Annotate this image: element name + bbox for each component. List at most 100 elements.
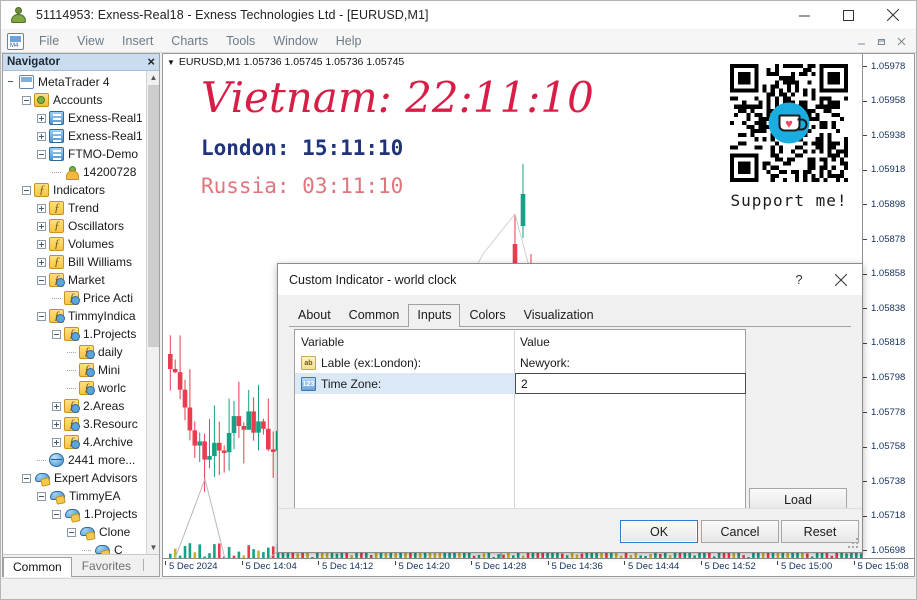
- tree-item[interactable]: Expert Advisors: [3, 469, 146, 487]
- tree-item-label: Oscillators: [68, 219, 125, 233]
- collapse-icon[interactable]: [52, 329, 61, 339]
- tree-item[interactable]: worlc: [3, 379, 146, 397]
- tree-item[interactable]: 1.Projects: [3, 505, 146, 523]
- collapse-icon[interactable]: [37, 491, 46, 501]
- ea-icon: [79, 525, 95, 539]
- expand-icon[interactable]: [37, 239, 46, 249]
- tree-item[interactable]: Indicators: [3, 181, 146, 199]
- tree-item[interactable]: TimmyIndica: [3, 307, 146, 325]
- tree-item[interactable]: Bill Williams: [3, 253, 146, 271]
- tree-item[interactable]: FTMO-Demo: [3, 145, 146, 163]
- menu-tools[interactable]: Tools: [217, 32, 264, 50]
- chart-dropdown-icon[interactable]: ▼: [167, 58, 175, 67]
- table-row[interactable]: ab Lable (ex:London): Newyork:: [295, 352, 745, 373]
- collapse-icon[interactable]: [37, 275, 46, 285]
- collapse-icon[interactable]: [22, 185, 31, 195]
- tree-item[interactable]: 14200728: [3, 163, 146, 181]
- collapse-icon[interactable]: [67, 527, 76, 537]
- fx-icon: [34, 182, 49, 197]
- menu-insert[interactable]: Insert: [113, 32, 162, 50]
- expand-icon[interactable]: [52, 401, 61, 411]
- tree-item[interactable]: Exness-Real1: [3, 109, 146, 127]
- menu-charts[interactable]: Charts: [162, 32, 217, 50]
- expand-icon[interactable]: [37, 203, 46, 213]
- tab-about[interactable]: About: [289, 304, 340, 326]
- tree-item[interactable]: MetaTrader 4: [3, 73, 146, 91]
- navigator-tab-common[interactable]: Common: [3, 557, 72, 577]
- expand-icon[interactable]: [52, 437, 61, 447]
- tree-item[interactable]: 3.Resourc: [3, 415, 146, 433]
- navigator-scrollbar[interactable]: ▲ ▼: [146, 71, 159, 554]
- mdi-restore-icon[interactable]: [872, 33, 890, 50]
- dialog-title: Custom Indicator - world clock: [289, 272, 457, 287]
- collapse-icon[interactable]: [37, 311, 46, 321]
- expand-icon[interactable]: [37, 131, 46, 141]
- maximize-icon[interactable]: [826, 1, 870, 30]
- mdi-minimize-icon[interactable]: [852, 33, 870, 50]
- tree-item-label: Mini: [98, 363, 121, 377]
- dialog-help-icon[interactable]: ?: [778, 264, 820, 295]
- price-tick-label: 1.05838: [863, 302, 914, 314]
- time-tick-label: 5 Dec 15:08: [853, 561, 909, 572]
- grid-cell-value[interactable]: Newyork:: [514, 352, 745, 373]
- menu-window[interactable]: Window: [264, 32, 326, 50]
- expand-icon[interactable]: [52, 419, 61, 429]
- dialog-close-icon[interactable]: [820, 264, 862, 295]
- navigator-tab-favorites[interactable]: Favorites: [72, 556, 141, 576]
- scroll-up-icon[interactable]: ▲: [147, 71, 159, 84]
- collapse-icon[interactable]: [52, 509, 61, 519]
- tree-item[interactable]: Oscillators: [3, 217, 146, 235]
- menu-view[interactable]: View: [68, 32, 113, 50]
- tree-item-label: 2.Areas: [83, 399, 125, 413]
- fx-custom-icon: [64, 290, 80, 305]
- tab-visualization[interactable]: Visualization: [515, 304, 603, 326]
- tree-item[interactable]: Volumes: [3, 235, 146, 253]
- time-tick-label: 5 Dec 14:20: [394, 561, 450, 572]
- tree-item[interactable]: 2.Areas: [3, 397, 146, 415]
- close-icon[interactable]: [870, 1, 916, 30]
- ok-button[interactable]: OK: [620, 520, 698, 543]
- ea-icon: [64, 507, 80, 521]
- tree-connector: [82, 549, 91, 551]
- collapse-icon[interactable]: [22, 473, 31, 483]
- minimize-icon[interactable]: [782, 1, 826, 30]
- fx-custom-icon: [79, 344, 95, 359]
- mdi-close-icon[interactable]: [892, 33, 910, 50]
- tab-colors[interactable]: Colors: [460, 304, 514, 326]
- tree-item[interactable]: C: [3, 541, 146, 554]
- tree-item[interactable]: Market: [3, 271, 146, 289]
- tree-item[interactable]: Price Acti: [3, 289, 146, 307]
- tab-common[interactable]: Common: [340, 304, 409, 326]
- expand-icon[interactable]: [37, 257, 46, 267]
- qr-code[interactable]: ♥: [728, 64, 850, 182]
- tree-item[interactable]: 4.Archive: [3, 433, 146, 451]
- time-tick-label: 5 Dec 14:28: [470, 561, 527, 572]
- tree-item[interactable]: Exness-Real1: [3, 127, 146, 145]
- tree-item[interactable]: TimmyEA: [3, 487, 146, 505]
- menu-file[interactable]: File: [30, 32, 68, 50]
- tab-inputs[interactable]: Inputs: [408, 304, 461, 327]
- tree-item[interactable]: Accounts: [3, 91, 146, 109]
- navigator-close-icon[interactable]: ×: [147, 55, 155, 69]
- scroll-down-icon[interactable]: ▼: [147, 541, 159, 554]
- collapse-icon[interactable]: [37, 149, 46, 159]
- tree-item[interactable]: 2441 more...: [3, 451, 146, 469]
- fx-custom-icon: [64, 398, 80, 413]
- tree-item[interactable]: Trend: [3, 199, 146, 217]
- tree-connector: [52, 171, 61, 173]
- resize-grip[interactable]: [848, 538, 859, 549]
- menu-help[interactable]: Help: [327, 32, 371, 50]
- price-axis[interactable]: 1.05978 1.05958 1.05938 1.05918 1.05898 1.058…: [857, 54, 914, 558]
- expand-icon[interactable]: [37, 113, 46, 123]
- tree-item[interactable]: Clone: [3, 523, 146, 541]
- status-bar: [2, 578, 915, 598]
- time-axis[interactable]: 5 Dec 2024 5 Dec 14:04 5 Dec 14:12 5 Dec 14…: [163, 558, 914, 576]
- tree-item[interactable]: 1.Projects: [3, 325, 146, 343]
- collapse-icon[interactable]: [22, 95, 31, 105]
- tree-item[interactable]: Mini: [3, 361, 146, 379]
- cancel-button[interactable]: Cancel: [701, 520, 779, 543]
- time-zone-input[interactable]: 2: [515, 373, 746, 394]
- tree-item[interactable]: daily: [3, 343, 146, 361]
- scrollbar-thumb[interactable]: [148, 85, 159, 347]
- expand-icon[interactable]: [37, 221, 46, 231]
